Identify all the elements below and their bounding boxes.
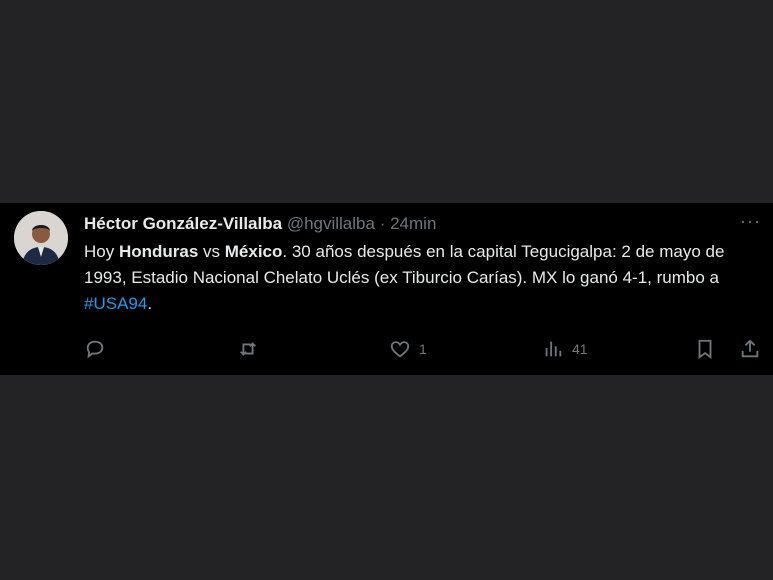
tweet-text-bold: México <box>224 242 283 261</box>
timestamp[interactable]: 24min <box>390 214 436 233</box>
tweet-text-segment: . <box>147 294 153 313</box>
author-handle[interactable]: @hgvillalba <box>287 214 375 233</box>
tweet-text-segment: Hoy <box>84 242 119 261</box>
hashtag-link[interactable]: #USA94 <box>84 294 147 313</box>
action-bar: 1 41 <box>0 335 773 363</box>
share-button[interactable] <box>739 335 761 363</box>
author-name[interactable]: Héctor González-Villalba <box>84 214 282 233</box>
share-icon <box>741 339 759 358</box>
views-icon <box>545 341 562 357</box>
tweet-text-segment: vs <box>198 242 225 261</box>
more-options-icon[interactable]: ··· <box>740 212 761 230</box>
tweet-text: Hoy Honduras vs México. 30 años después … <box>84 239 759 317</box>
tweet-card[interactable]: Héctor González-Villalba @hgvillalba · 2… <box>0 203 773 375</box>
avatar[interactable] <box>14 211 68 265</box>
reply-icon <box>86 340 104 359</box>
like-count: 1 <box>419 341 427 357</box>
heart-icon <box>390 341 410 358</box>
tweet-header: Héctor González-Villalba @hgvillalba · 2… <box>84 213 436 235</box>
views-count: 41 <box>572 341 588 357</box>
bookmark-icon <box>698 339 712 360</box>
retweet-icon <box>240 342 256 356</box>
separator-dot: · <box>379 214 386 233</box>
retweet-button[interactable] <box>237 335 259 363</box>
bookmark-button[interactable] <box>694 335 716 363</box>
like-button[interactable]: 1 <box>389 335 427 363</box>
tweet-text-bold: Honduras <box>118 242 199 261</box>
views-button[interactable]: 41 <box>542 335 588 363</box>
reply-button[interactable] <box>84 335 106 363</box>
